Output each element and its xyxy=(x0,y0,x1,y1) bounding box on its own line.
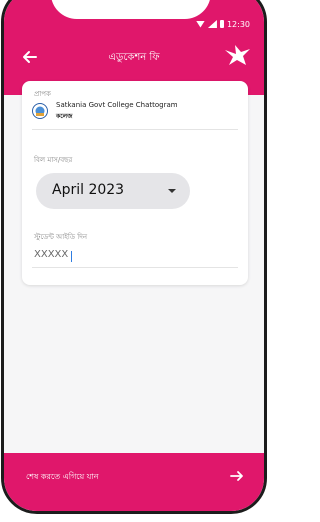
arrow-right-icon xyxy=(230,471,243,481)
divider xyxy=(32,129,238,130)
proceed-label: শেষ করতে এগিয়ে যান xyxy=(26,472,99,481)
recipient-label: প্রাপক xyxy=(34,90,51,98)
status-bar: 12:30 xyxy=(195,17,250,31)
dove-logo-icon xyxy=(225,45,250,65)
battery-icon xyxy=(219,20,224,28)
month-selected-value: April 2023 xyxy=(52,182,125,198)
back-arrow-icon[interactable] xyxy=(22,49,38,65)
signal-icon xyxy=(207,20,217,28)
title-bar: এডুকেশন ফি xyxy=(4,41,264,75)
month-dropdown[interactable]: April 2023 xyxy=(36,173,190,209)
student-id-input[interactable] xyxy=(34,249,224,260)
month-label: বিল মাস/বছর xyxy=(34,156,73,164)
status-time: 12:30 xyxy=(226,19,250,29)
student-id-label: স্টুডেন্ট আইডি দিন xyxy=(34,233,88,241)
proceed-button[interactable]: শেষ করতে এগিয়ে যান xyxy=(4,453,264,511)
payment-form-card: প্রাপক Satkania Govt College Chattogram … xyxy=(22,81,248,285)
chevron-down-icon xyxy=(168,189,176,193)
text-cursor xyxy=(71,251,72,262)
institution-name: Satkania Govt College Chattogram xyxy=(56,101,178,109)
college-logo-icon xyxy=(32,103,48,119)
page-title: এডুকেশন ফি xyxy=(108,52,160,63)
wifi-icon xyxy=(195,20,205,28)
phone-frame: 12:30 এডুকেশন ফি প্রাপক Satkania Govt Co… xyxy=(1,0,267,514)
divider xyxy=(32,267,238,268)
phone-notch xyxy=(50,0,211,19)
institution-type: কলেজ xyxy=(56,113,73,120)
